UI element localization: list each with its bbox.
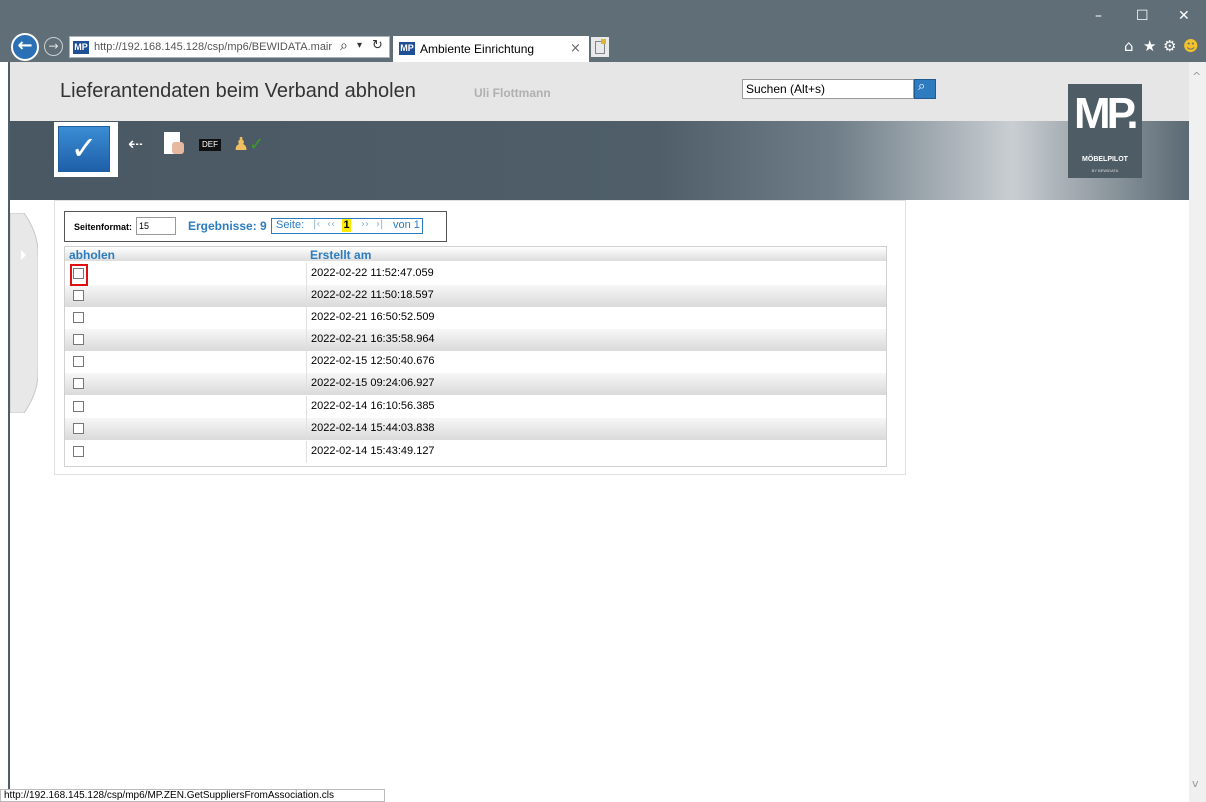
last-page-icon[interactable]: ›| (376, 219, 383, 230)
row-checkbox[interactable] (73, 401, 84, 412)
row-checkbox[interactable] (73, 423, 84, 434)
row-created: 2022-02-22 11:52:47.059 (311, 267, 434, 279)
table-row: 2022-02-15 12:50:40.676 (65, 351, 886, 373)
row-created: 2022-02-14 15:43:49.127 (311, 445, 435, 457)
vertical-scrollbar[interactable] (1189, 62, 1206, 802)
status-bar-url: http://192.168.145.128/csp/mp6/MP.ZEN.Ge… (0, 789, 385, 802)
row-created: 2022-02-22 11:50:18.597 (311, 289, 434, 301)
table-row: 2022-02-14 15:43:49.127 (65, 441, 886, 463)
window-close-icon[interactable]: ✕ (1178, 8, 1190, 24)
row-checkbox[interactable] (73, 290, 84, 301)
row-created: 2022-02-14 15:44:03.838 (311, 422, 435, 434)
home-icon[interactable]: ⌂ (1124, 37, 1134, 55)
row-created: 2022-02-14 16:10:56.385 (311, 400, 435, 412)
chevron-down-icon[interactable]: ▾ (357, 40, 362, 51)
scroll-up-icon[interactable]: ^ (1192, 70, 1201, 83)
row-checkbox[interactable] (73, 446, 84, 457)
row-created: 2022-02-21 16:35:58.964 (311, 333, 435, 345)
browser-back-button[interactable]: ← (11, 33, 39, 61)
table-row: 2022-02-21 16:35:58.964 (65, 329, 886, 351)
back-arrow-icon[interactable]: ⇠ (128, 134, 143, 155)
maximize-icon[interactable]: ☐ (1136, 8, 1149, 24)
page-size-label: Seitenformat: (74, 222, 133, 232)
row-checkbox[interactable] (73, 312, 84, 323)
user-name: Uli Flottmann (474, 86, 551, 100)
search-input[interactable] (742, 79, 914, 99)
page-total: von 1 (393, 219, 420, 231)
browser-tab[interactable]: MP Ambiente Einrichtung × (393, 36, 589, 62)
close-icon[interactable]: × (570, 41, 581, 56)
row-checkbox[interactable] (73, 378, 84, 389)
gear-icon[interactable]: ⚙ (1163, 37, 1176, 55)
browser-forward-button[interactable]: → (44, 37, 63, 56)
previous-page-icon[interactable]: ‹‹ (327, 219, 335, 230)
table-row: 2022-02-15 09:24:06.927 (65, 373, 886, 395)
row-checkbox[interactable] (73, 334, 84, 345)
page-label: Seite: (276, 219, 305, 231)
current-page[interactable]: 1 (342, 219, 351, 232)
row-checkbox[interactable] (73, 356, 84, 367)
column-header-erstellt[interactable]: Erstellt am (310, 248, 371, 262)
next-page-icon[interactable]: ›› (361, 219, 369, 230)
scroll-down-icon[interactable]: v (1192, 777, 1199, 790)
new-tab-button[interactable] (591, 37, 609, 57)
save-button[interactable]: ✓ (54, 122, 118, 177)
def-icon[interactable]: DEF (199, 139, 221, 151)
table-row: 2022-02-14 16:10:56.385 (65, 396, 886, 418)
row-created: 2022-02-15 12:50:40.676 (311, 355, 435, 367)
search-icon[interactable]: ⌕ (340, 38, 348, 54)
page-title: Lieferantendaten beim Verband abholen (60, 80, 416, 102)
minimize-icon[interactable]: – (1095, 8, 1102, 24)
logo-subtitle: BY BEWIDATA (1091, 168, 1119, 173)
table-row: 2022-02-14 15:44:03.838 (65, 418, 886, 440)
highlight-marker (70, 264, 88, 286)
table-row: 2022-02-22 11:52:47.059 (65, 263, 886, 285)
magnifier-icon: ⌕ (918, 79, 926, 94)
table-row: 2022-02-21 16:50:52.509 (65, 307, 886, 329)
address-url[interactable]: http://192.168.145.128/csp/mp6/BEWIDATA.… (94, 41, 334, 53)
tab-title: Ambiente Einrichtung (420, 42, 535, 56)
row-created: 2022-02-15 09:24:06.927 (311, 377, 435, 389)
side-panel-toggle[interactable] (10, 213, 38, 413)
page-size-input[interactable] (136, 217, 176, 235)
row-created: 2022-02-21 16:50:52.509 (311, 311, 435, 323)
toolbar-band (10, 121, 1189, 200)
results-count: Ergebnisse: 9 (188, 219, 267, 233)
column-header-abholen[interactable]: abholen (69, 248, 115, 262)
logo-name: MÖBELPILOT (1082, 156, 1128, 163)
search-button[interactable]: ⌕ (914, 79, 936, 99)
logo-mark: MP. (1074, 89, 1139, 138)
star-icon[interactable]: ★ (1143, 37, 1156, 55)
address-bar[interactable]: MP http://192.168.145.128/csp/mp6/BEWIDA… (69, 36, 390, 58)
checkmark-icon: ✓ (58, 126, 110, 172)
table-row: 2022-02-22 11:50:18.597 (65, 285, 886, 307)
document-hand-icon[interactable] (164, 132, 184, 154)
smiley-icon[interactable]: ☻ (1183, 37, 1199, 55)
first-page-icon[interactable]: |‹ (313, 219, 320, 230)
refresh-icon[interactable]: ↻ (372, 38, 383, 53)
tab-favicon-icon: MP (399, 42, 415, 55)
user-check-icon[interactable]: ♟✓ (233, 134, 264, 155)
table-header (65, 247, 886, 261)
site-favicon-icon: MP (73, 41, 89, 54)
